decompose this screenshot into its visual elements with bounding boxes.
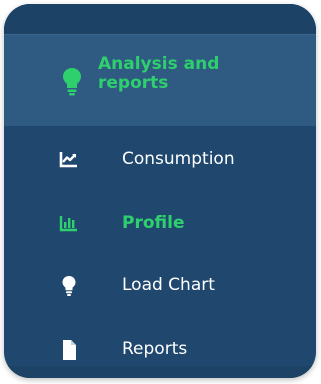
sidebar-item-profile[interactable]: Profile	[4, 198, 316, 248]
bar-chart-icon	[59, 213, 79, 233]
sidebar-item-label: Load Chart	[122, 275, 215, 295]
sidebar-item-load-chart[interactable]: Load Chart	[4, 260, 316, 310]
sidebar-item-label: Reports	[122, 339, 188, 359]
section-analysis-and-reports[interactable]: Analysis and reports	[4, 34, 316, 126]
sidebar-item-label: Profile	[122, 213, 185, 233]
sidebar-item-consumption[interactable]: Consumption	[4, 134, 316, 184]
analysis-sidebar-menu: Analysis and reports Consumption Profile…	[4, 4, 316, 378]
section-title: Analysis and reports	[98, 54, 220, 93]
lightbulb-icon	[59, 275, 79, 296]
lightbulb-icon	[62, 67, 82, 97]
document-icon	[59, 339, 79, 360]
line-chart-icon	[59, 149, 79, 169]
sidebar-bottom-strip	[4, 366, 316, 378]
sidebar-item-label: Consumption	[122, 149, 235, 169]
sidebar-top-strip	[4, 4, 316, 34]
